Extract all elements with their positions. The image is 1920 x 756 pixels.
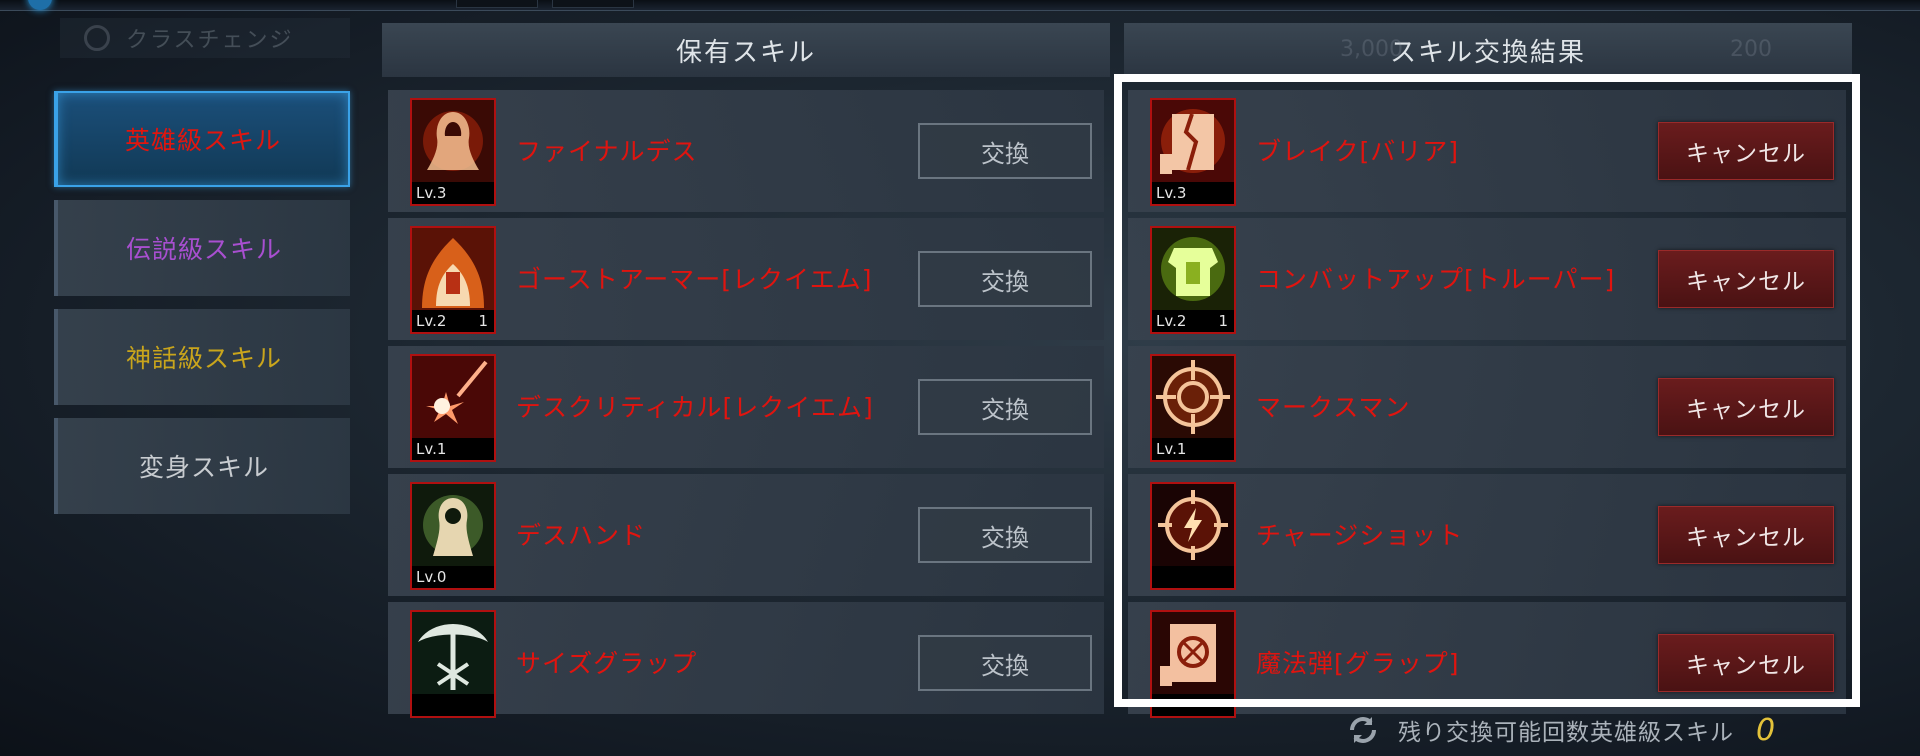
skill-level: Lv.1 [1156, 440, 1187, 458]
skill-icon-frame[interactable]: Lv.1 [410, 354, 496, 462]
skill-level: Lv.3 [1156, 184, 1187, 202]
owned-skills-title: 保有スキル [675, 37, 816, 68]
skill-icon-frame[interactable]: Lv.3 [1150, 98, 1236, 206]
exchange-button[interactable]: 交換 [918, 123, 1092, 179]
level-bar [1152, 566, 1234, 588]
skill-icon-frame[interactable]: Lv.0 [410, 482, 496, 590]
skill-name: サイズグラップ [516, 649, 698, 678]
category-label: 変身スキル [138, 453, 269, 482]
skill-level: Lv.2 [1156, 312, 1187, 330]
cancel-button[interactable]: キャンセル [1658, 122, 1834, 180]
category-label: 神話級スキル [125, 344, 282, 373]
owned-skill-row: サイズグラップ 交換 [388, 602, 1104, 718]
remaining-exchange-count: 0 [1756, 712, 1776, 748]
menu-orb-icon[interactable] [28, 0, 52, 10]
category-label: 伝説級スキル [125, 235, 282, 264]
cancel-button[interactable]: キャンセル [1658, 250, 1834, 308]
skill-level: Lv.2 [416, 312, 447, 330]
class-change-ghost-header: クラスチェンジ [60, 18, 350, 58]
skill-icon-frame[interactable] [1150, 610, 1236, 718]
exchange-button[interactable]: 交換 [918, 251, 1092, 307]
refresh-icon [84, 25, 110, 51]
skill-icon-frame[interactable] [410, 610, 496, 718]
crosshair-icon [1152, 356, 1234, 438]
exchange-button[interactable]: 交換 [918, 635, 1092, 691]
skill-name: ブレイク[バリア] [1256, 137, 1460, 166]
skill-name: ファイナルデス [516, 137, 698, 166]
skill-name: デスクリティカル[レクイエム] [516, 393, 874, 422]
skill-level: Lv.3 [416, 184, 447, 202]
owned-skill-row: Lv.0 デスハンド 交換 [388, 474, 1104, 596]
exchange-button[interactable]: 交換 [918, 507, 1092, 563]
category-tab-legend[interactable]: 伝説級スキル [54, 200, 350, 296]
result-skill-row: チャージショット キャンセル [1128, 474, 1846, 596]
category-tab-transform[interactable]: 変身スキル [54, 418, 350, 514]
skill-count: 1 [1218, 312, 1228, 330]
skill-icon-frame[interactable] [1150, 482, 1236, 590]
exchange-result-header: スキル交換結果 [1124, 23, 1852, 77]
skill-level: Lv.1 [416, 440, 447, 458]
broken-scroll-icon [1152, 100, 1234, 182]
level-bar: Lv.1 [412, 438, 494, 460]
level-bar: Lv.0 [412, 566, 494, 588]
reaper-hand-icon [412, 484, 494, 566]
remaining-exchange-label: 残り交換可能回数英雄級スキル [1398, 720, 1734, 746]
result-skill-row: 魔法弾[グラップ] キャンセル [1128, 602, 1846, 718]
level-bar: Lv.3 [412, 182, 494, 204]
charge-shot-icon [1152, 484, 1234, 566]
owned-skill-row: Lv.1 デスクリティカル[レクイエム] 交換 [388, 346, 1104, 468]
skill-name: マークスマン [1256, 393, 1411, 422]
skill-icon-frame[interactable]: Lv.3 [410, 98, 496, 206]
owned-skill-row: Lv.2 1 ゴーストアーマー[レクイエム] 交換 [388, 218, 1104, 340]
level-bar: Lv.2 1 [412, 310, 494, 332]
result-skill-row: Lv.1 マークスマン キャンセル [1128, 346, 1846, 468]
result-skill-row: Lv.3 ブレイク[バリア] キャンセル [1128, 90, 1846, 212]
category-tab-hero[interactable]: 英雄級スキル [54, 91, 350, 187]
result-skill-row: Lv.2 1 コンバットアップ[トルーパー] キャンセル [1128, 218, 1846, 340]
category-tab-myth[interactable]: 神話級スキル [54, 309, 350, 405]
skill-name: チャージショット [1256, 521, 1464, 550]
owned-skill-row: Lv.3 ファイナルデス 交換 [388, 90, 1104, 212]
cancel-button[interactable]: キャンセル [1658, 506, 1834, 564]
scythe-grapple-icon [412, 612, 494, 694]
cancel-button[interactable]: キャンセル [1658, 378, 1834, 436]
skill-name: 魔法弾[グラップ] [1256, 649, 1460, 678]
skill-icon-frame[interactable]: Lv.2 1 [1150, 226, 1236, 334]
critical-burst-icon [412, 356, 494, 438]
level-bar [412, 694, 494, 716]
skill-count: 1 [478, 312, 488, 330]
owned-skills-header: 保有スキル [382, 23, 1110, 77]
top-tab[interactable] [456, 0, 538, 8]
exchange-button[interactable]: 交換 [918, 379, 1092, 435]
cancel-button[interactable]: キャンセル [1658, 634, 1834, 692]
level-bar: Lv.3 [1152, 182, 1234, 204]
exchange-result-title: スキル交換結果 [1389, 37, 1586, 68]
level-bar: Lv.2 1 [1152, 310, 1234, 332]
category-label: 英雄級スキル [124, 126, 281, 155]
skill-level: Lv.0 [416, 568, 447, 586]
top-bar [0, 0, 1920, 11]
top-tab[interactable] [552, 0, 634, 8]
refresh-icon [1350, 717, 1376, 743]
magic-bullet-scroll-icon [1152, 612, 1234, 694]
remaining-exchange-footer: 残り交換可能回数英雄級スキル 0 [1346, 708, 1775, 752]
skill-name: ゴーストアーマー[レクイエム] [516, 265, 873, 294]
skill-name: コンバットアップ[トルーパー] [1256, 265, 1616, 294]
skill-icon-frame[interactable]: Lv.2 1 [410, 226, 496, 334]
level-bar: Lv.1 [1152, 438, 1234, 460]
hooded-figure-icon [412, 100, 494, 182]
flaming-armor-icon [412, 228, 494, 310]
combat-armor-icon [1152, 228, 1234, 310]
class-change-label: クラスチェンジ [126, 28, 294, 53]
skill-icon-frame[interactable]: Lv.1 [1150, 354, 1236, 462]
skill-name: デスハンド [516, 521, 647, 550]
level-bar [1152, 694, 1234, 716]
